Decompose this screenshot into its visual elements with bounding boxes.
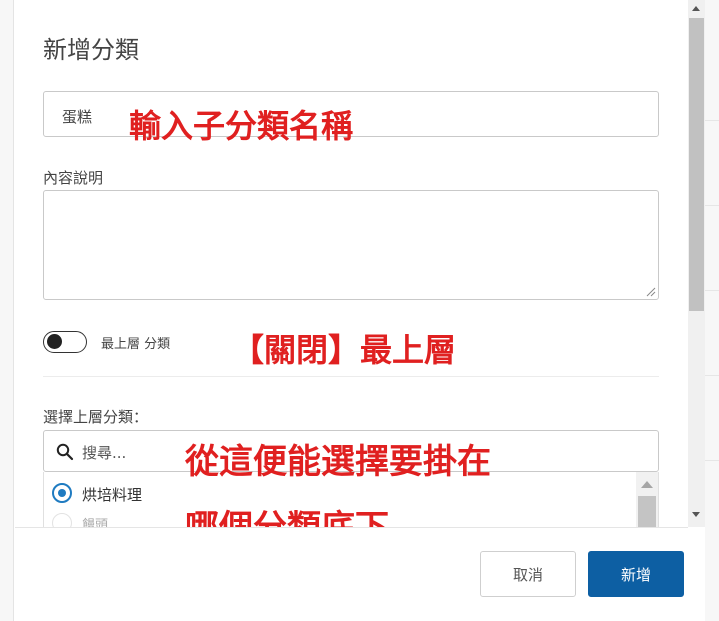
- annotation-toggle-hint: 【關閉】最上層: [232, 331, 457, 369]
- annotation-name-hint: 輸入子分類名稱: [129, 107, 354, 145]
- cancel-button[interactable]: 取消: [480, 551, 576, 597]
- parent-category-label: 選擇上層分類：: [43, 408, 149, 426]
- tree-item-label: 烘培料理: [82, 486, 143, 504]
- background-panel-right: [705, 0, 719, 621]
- toggle-knob: [47, 334, 62, 349]
- tree-scrollbar[interactable]: [636, 472, 658, 527]
- scroll-up-arrow-icon[interactable]: [641, 481, 653, 488]
- dialog-title: 新增分類: [43, 36, 139, 64]
- tree-scrollbar-thumb[interactable]: [638, 496, 656, 527]
- resize-grip-icon[interactable]: [646, 287, 656, 297]
- dialog-body: 新增分類 蛋糕 內容說明 最上層 分類 選擇上層分類： 搜尋... 烘培料理 饅…: [15, 0, 688, 527]
- scroll-up-arrow-icon[interactable]: [692, 6, 700, 11]
- radio-unselected[interactable]: [52, 513, 72, 527]
- dialog-footer: 取消 新增: [15, 527, 688, 621]
- search-placeholder: 搜尋...: [82, 444, 127, 462]
- search-icon: [56, 443, 74, 461]
- submit-add-button[interactable]: 新增: [588, 551, 684, 597]
- section-divider: [43, 376, 659, 377]
- radio-selected[interactable]: [52, 483, 72, 503]
- add-category-dialog: 新增分類 蛋糕 內容說明 最上層 分類 選擇上層分類： 搜尋... 烘培料理 饅…: [15, 0, 688, 621]
- tree-item-label: 饅頭: [82, 518, 109, 527]
- dialog-scrollbar-thumb[interactable]: [689, 18, 704, 311]
- annotation-parent-hint-line1: 從這便能選擇要掛在: [185, 442, 491, 482]
- description-textarea[interactable]: [43, 190, 659, 300]
- scroll-down-arrow-icon[interactable]: [692, 512, 700, 517]
- category-name-value: 蛋糕: [62, 108, 93, 126]
- annotation-parent-hint-line2: 哪個分類底下: [185, 500, 389, 527]
- top-level-toggle-label: 最上層 分類: [101, 337, 171, 352]
- background-panel-left: [0, 0, 14, 621]
- top-level-toggle[interactable]: [43, 331, 87, 353]
- dialog-scrollbar[interactable]: [688, 0, 705, 527]
- description-label: 內容說明: [43, 169, 104, 187]
